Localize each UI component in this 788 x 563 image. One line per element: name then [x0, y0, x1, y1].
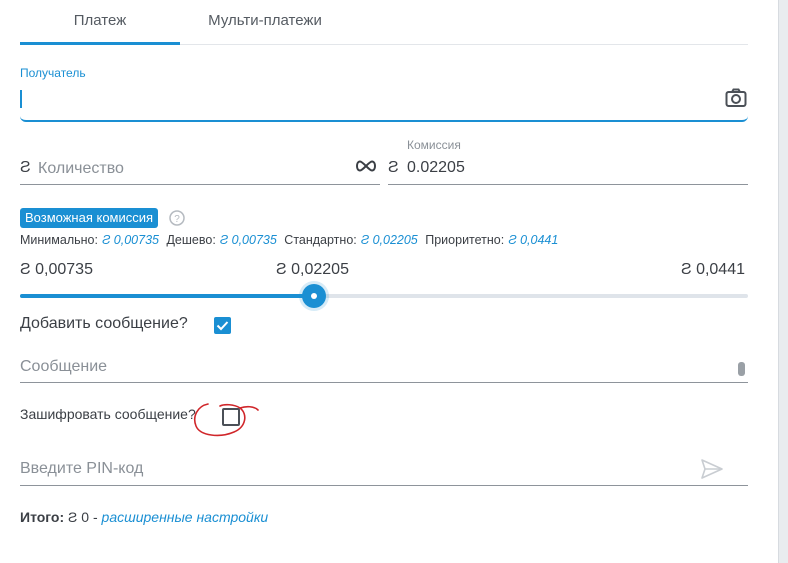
total-row: Итого: Ƨ 0 - расширенные настройки: [20, 509, 268, 525]
red-circle-annotation: [193, 403, 259, 437]
infinity-icon[interactable]: [354, 156, 378, 176]
fee-level-priority-value[interactable]: Ƨ 0,0441: [508, 233, 558, 247]
total-label: Итого:: [20, 509, 65, 525]
amount-underline: [20, 184, 380, 185]
fee-label: Комиссия: [407, 138, 461, 152]
possible-fee-badge: Возможная комиссия: [20, 208, 159, 228]
checkmark-icon: [216, 321, 229, 331]
message-input[interactable]: [20, 356, 720, 378]
fee-level-cheap-label: Дешево:: [166, 233, 216, 247]
fee-level-priority-label: Приоритетно:: [425, 233, 505, 247]
fee-levels: Минимально: Ƨ 0,00735 Дешево: Ƨ 0,00735 Ст…: [20, 233, 562, 247]
amount-currency-symbol: Ƨ: [20, 159, 31, 176]
amount-input[interactable]: [38, 158, 338, 180]
add-message-checkbox[interactable]: [214, 317, 231, 334]
fee-level-standard-label: Стандартно:: [284, 233, 357, 247]
slider-mid-label: Ƨ 0,02205: [276, 261, 349, 278]
encrypt-message-label: Зашифровать сообщение?: [20, 406, 196, 422]
fee-level-min-label: Минимально:: [20, 233, 98, 247]
fee-value[interactable]: 0.02205: [407, 159, 465, 177]
message-underline: [20, 382, 748, 383]
message-scrollbar[interactable]: [738, 362, 745, 376]
pin-input[interactable]: [20, 458, 680, 480]
fee-slider-thumb[interactable]: [302, 284, 326, 308]
total-value: Ƨ 0: [68, 509, 90, 525]
total-separator: -: [92, 509, 98, 525]
recipient-input[interactable]: [20, 86, 710, 110]
payment-card: Платеж Мульти-платежи Получатель Ƨ Комис…: [0, 0, 779, 563]
fee-level-min-value[interactable]: Ƨ 0,00735: [102, 233, 159, 247]
fee-level-standard-value[interactable]: Ƨ 0,02205: [361, 233, 418, 247]
help-icon[interactable]: ?: [169, 210, 185, 226]
recipient-label: Получатель: [20, 66, 86, 80]
fee-slider-fill: [20, 294, 314, 298]
pin-underline: [20, 485, 748, 486]
active-tab-indicator: [20, 42, 180, 45]
slider-max-label: Ƨ 0,0441: [680, 261, 745, 278]
tab-multi-payments[interactable]: Мульти-платежи: [180, 12, 350, 44]
svg-text:?: ?: [174, 214, 180, 225]
slider-min-label: Ƨ 0,00735: [20, 261, 93, 278]
camera-icon[interactable]: [724, 86, 748, 110]
fee-level-cheap-value[interactable]: Ƨ 0,00735: [220, 233, 277, 247]
tab-payment[interactable]: Платеж: [20, 12, 180, 44]
add-message-label: Добавить сообщение?: [20, 315, 188, 332]
text-cursor: [20, 90, 22, 108]
send-icon[interactable]: [700, 458, 724, 480]
fee-currency-symbol: Ƨ: [388, 159, 399, 176]
advanced-settings-link[interactable]: расширенные настройки: [102, 509, 269, 525]
fee-underline: [388, 184, 748, 185]
